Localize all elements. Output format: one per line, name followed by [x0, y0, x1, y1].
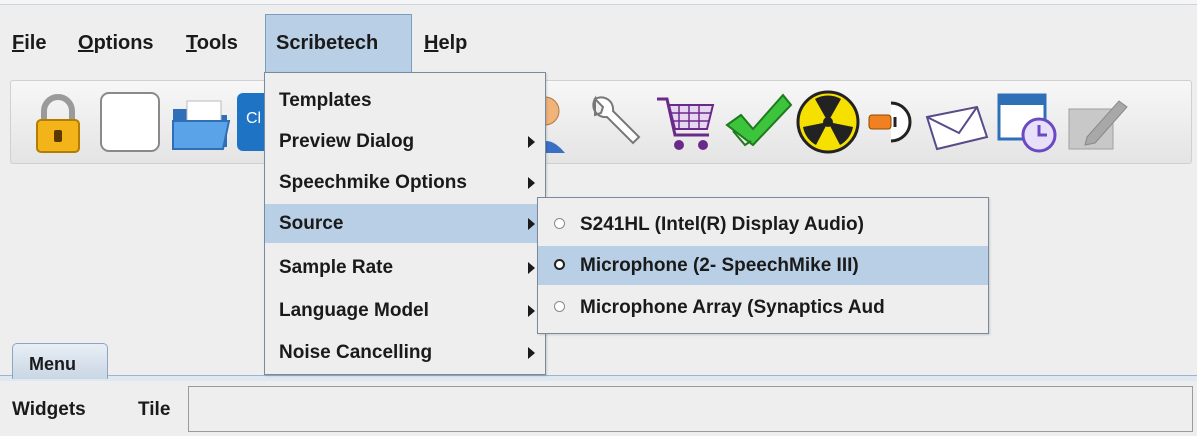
menu-item-templates[interactable]: Templates	[265, 81, 545, 120]
menu-file-label: ile	[24, 32, 47, 54]
envelope-icon[interactable]	[923, 87, 993, 157]
menu-item-speechmike-options[interactable]: Speechmike Options	[265, 163, 545, 202]
source-option-label: Microphone (2- SpeechMike III)	[580, 255, 859, 276]
menu-item-label: Noise Cancelling	[279, 342, 433, 363]
menu-help-label: elp	[438, 32, 468, 54]
menu-item-label: Preview Dialog	[279, 131, 415, 152]
tab-strip	[0, 375, 1197, 381]
menu-item-language-model[interactable]: Language Model	[265, 291, 545, 330]
source-option-s241hl[interactable]: S241HL (Intel(R) Display Audio)	[538, 205, 988, 244]
shopping-cart-icon[interactable]	[651, 87, 721, 157]
source-option-speechmike[interactable]: Microphone (2- SpeechMike III)	[538, 246, 988, 285]
bottom-bar-field[interactable]	[188, 386, 1193, 432]
plug-icon[interactable]	[863, 87, 913, 157]
bottom-bar: Widgets Tile	[0, 384, 1197, 436]
menu-file[interactable]: File	[2, 14, 56, 72]
submenu-arrow-icon	[528, 218, 535, 230]
menu-item-source[interactable]: Source	[265, 204, 545, 243]
menu-item-preview-dialog[interactable]: Preview Dialog	[265, 122, 545, 161]
menu-item-label: Source	[279, 213, 344, 234]
window-clock-icon[interactable]	[993, 87, 1063, 157]
menu-bar: File Options Tools Scribetech Help	[0, 14, 1197, 72]
menu-item-sample-rate[interactable]: Sample Rate	[265, 248, 545, 287]
menu-scribetech-label: Scribetech	[276, 32, 379, 54]
menu-item-label: Speechmike Options	[279, 172, 467, 193]
submenu-arrow-icon	[528, 347, 535, 359]
window-top-edge	[0, 0, 1197, 5]
partial-blue-icon[interactable]: Cl	[237, 93, 267, 151]
toolbar: Cl	[10, 80, 1192, 164]
menu-tools-mnemonic: T	[186, 32, 197, 54]
submenu-arrow-icon	[528, 262, 535, 274]
tile-button[interactable]: Tile	[138, 384, 170, 436]
widgets-button[interactable]: Widgets	[12, 384, 86, 436]
menu-item-noise-cancelling[interactable]: Noise Cancelling	[265, 333, 545, 372]
radio-icon	[554, 301, 565, 312]
tab-menu[interactable]: Menu	[12, 343, 108, 379]
menu-tools-label: ools	[196, 32, 238, 54]
menu-item-label: Sample Rate	[279, 257, 394, 278]
menu-help[interactable]: Help	[414, 14, 477, 72]
radio-icon	[554, 218, 565, 229]
menu-tools[interactable]: Tools	[176, 14, 248, 72]
menu-options[interactable]: Options	[68, 14, 164, 72]
menu-scribetech[interactable]: Scribetech	[265, 14, 412, 72]
wrench-icon[interactable]	[581, 87, 651, 157]
menu-file-mnemonic: F	[12, 32, 25, 54]
partial-blue-label: Cl	[246, 110, 262, 127]
checkmark-icon[interactable]	[723, 87, 793, 157]
scribetech-menu: Templates Preview Dialog Speechmike Opti…	[264, 72, 546, 375]
blank-page-icon[interactable]	[95, 87, 165, 157]
menu-help-mnemonic: H	[424, 32, 439, 54]
submenu-arrow-icon	[528, 305, 535, 317]
radiation-icon[interactable]	[793, 87, 863, 157]
radio-icon	[554, 259, 565, 270]
lock-icon[interactable]	[23, 87, 93, 157]
submenu-arrow-icon	[528, 177, 535, 189]
folder-icon[interactable]	[167, 87, 237, 157]
submenu-arrow-icon	[528, 136, 535, 148]
disabled-edit-icon	[1063, 87, 1133, 157]
menu-options-label: ptions	[93, 32, 154, 54]
menu-item-label: Language Model	[279, 300, 429, 321]
menu-item-label: Templates	[279, 90, 372, 111]
source-option-mic-array[interactable]: Microphone Array (Synaptics Aud	[538, 288, 988, 327]
menu-options-mnemonic: O	[78, 32, 94, 54]
source-option-label: S241HL (Intel(R) Display Audio)	[580, 214, 864, 235]
source-option-label: Microphone Array (Synaptics Aud	[580, 297, 885, 318]
source-submenu: S241HL (Intel(R) Display Audio) Micropho…	[537, 197, 989, 334]
